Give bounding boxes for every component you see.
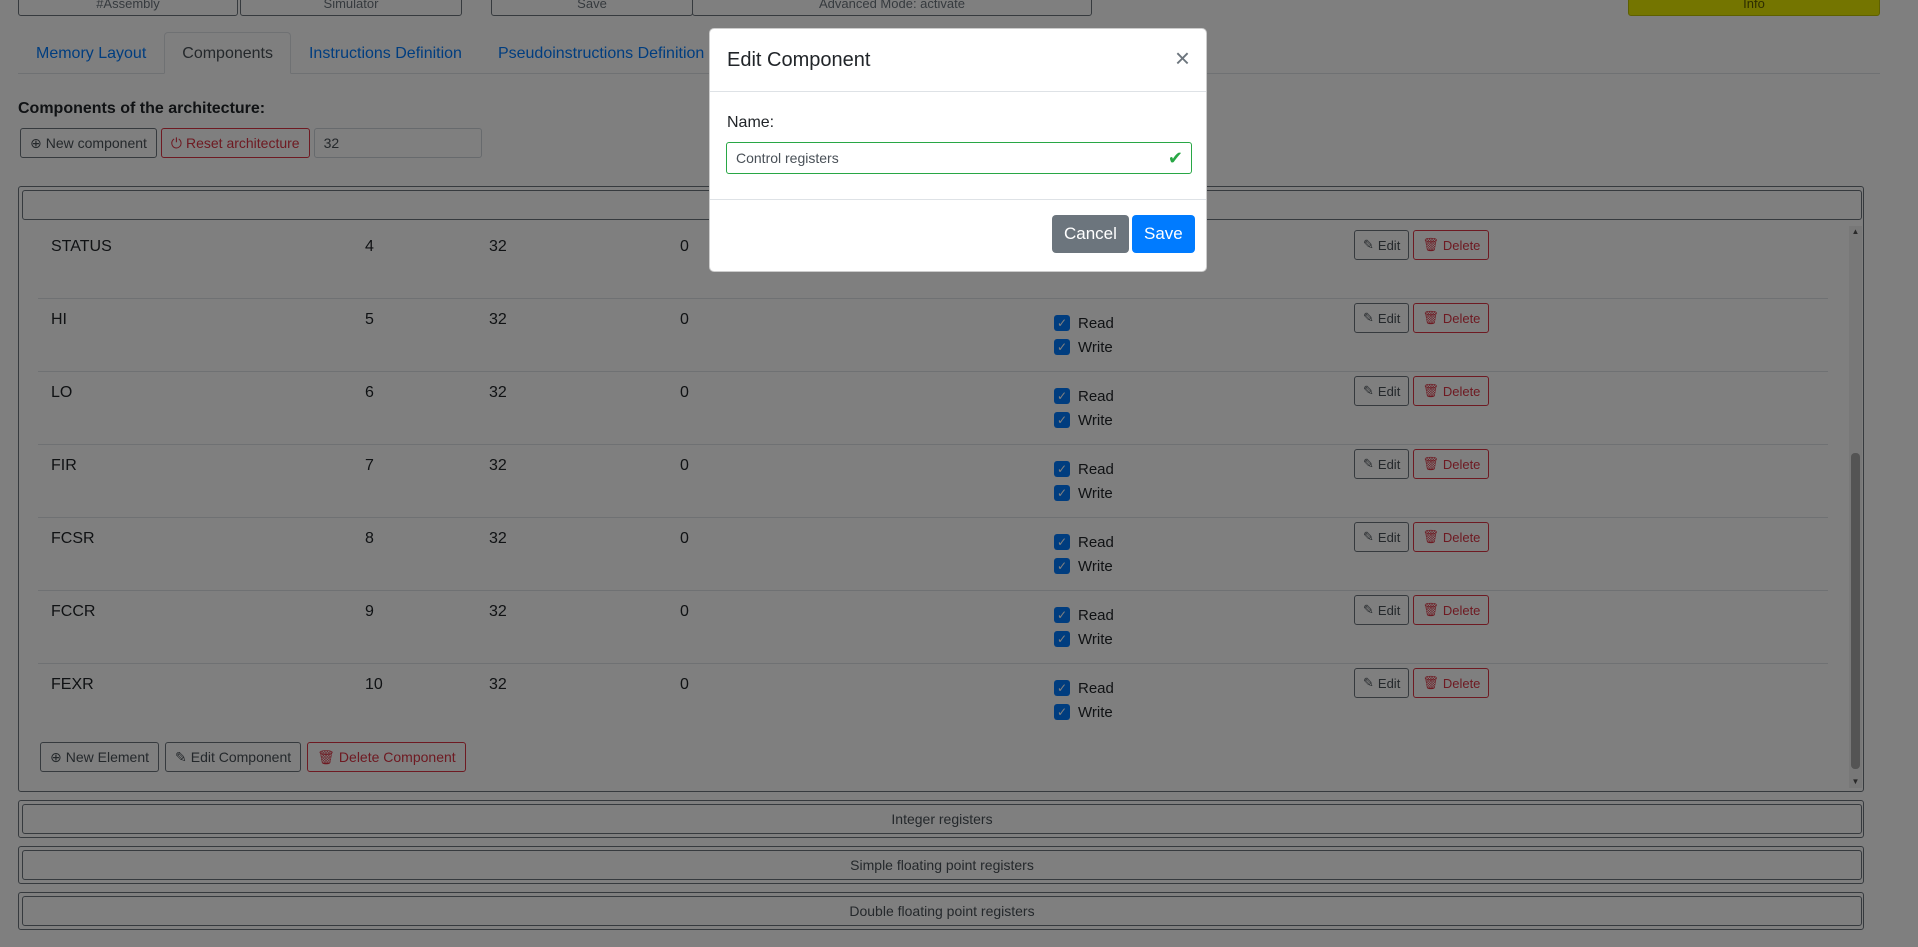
modal-body: Name: Control registers ✔: [710, 92, 1206, 200]
component-name-input[interactable]: Control registers ✔: [726, 142, 1192, 174]
cancel-button[interactable]: Cancel: [1052, 215, 1129, 253]
modal-title: Edit Component: [727, 49, 871, 71]
modal-header: Edit Component ×: [710, 29, 1206, 92]
checkmark-icon: ✔: [1167, 148, 1183, 168]
edit-component-modal: Edit Component × Name: Control registers…: [709, 28, 1207, 272]
name-label: Name:: [727, 114, 775, 131]
save-button[interactable]: Save: [1132, 215, 1195, 253]
close-icon[interactable]: ×: [1175, 43, 1190, 73]
modal-footer: Cancel Save: [710, 200, 1206, 271]
